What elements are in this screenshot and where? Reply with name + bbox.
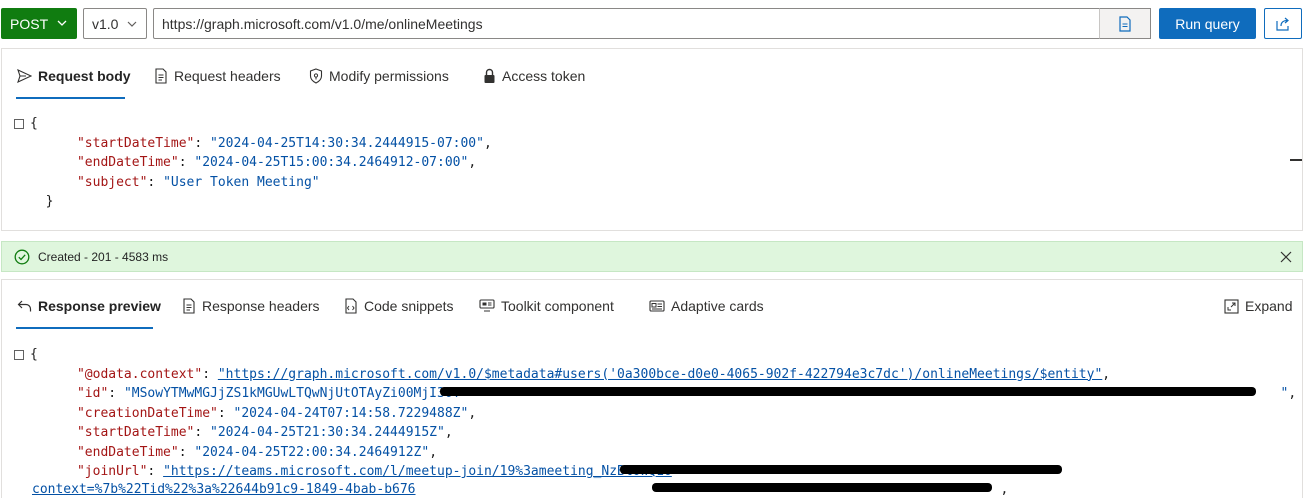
share-button[interactable] [1264, 8, 1302, 39]
run-query-button[interactable]: Run query [1159, 8, 1256, 39]
expand-button[interactable]: Expand [1224, 298, 1292, 314]
url-input[interactable]: https://graph.microsoft.com/v1.0/me/onli… [153, 8, 1151, 39]
tab-code-snippets[interactable]: Code snippets [343, 298, 454, 314]
tab-access-token[interactable]: Access token [483, 68, 585, 84]
tab-toolkit-component[interactable]: Toolkit component [479, 298, 614, 314]
redaction-bar [652, 483, 992, 492]
tab-request-body[interactable]: Request body [17, 68, 131, 84]
json-key: "endDateTime" [76, 155, 179, 170]
tab-label: Code snippets [364, 298, 454, 314]
tab-label: Modify permissions [329, 68, 449, 84]
json-key: "subject" [76, 174, 148, 190]
active-tab-indicator [16, 327, 153, 329]
brace-close: } [45, 194, 54, 209]
json-value: "MSowYTMwMGJjZS1kMGUwLTQwNjUtOTAyZi00MjI… [123, 386, 461, 401]
run-query-label: Run query [1175, 15, 1240, 32]
join-url-link-continued[interactable]: context=%7b%22Tid%22%3a%22644b91c9-1849-… [32, 482, 416, 497]
tab-label: Request body [38, 68, 131, 84]
json-key: "id" [76, 386, 109, 401]
chevron-down-icon [57, 20, 67, 26]
scrollbar-marker[interactable] [1290, 159, 1302, 161]
json-value-end: " [1280, 386, 1289, 401]
code-snippet-icon [345, 298, 357, 314]
json-key: "startDateTime" [76, 425, 195, 440]
request-body-editor[interactable]: { "startDateTime": "2024-04-25T14:30:34.… [30, 114, 492, 212]
active-tab-indicator [16, 97, 125, 99]
join-url-link[interactable]: "https://teams.microsoft.com/l/meetup-jo… [163, 464, 672, 479]
shield-icon [309, 68, 323, 84]
json-value: "2024-04-25T15:00:34.2464912-07:00" [194, 155, 469, 170]
json-value: "User Token Meeting" [163, 174, 320, 190]
json-value: "2024-04-25T22:00:34.2464912Z" [194, 444, 430, 460]
tab-adaptive-cards[interactable]: Adaptive cards [649, 298, 764, 314]
document-icon [1119, 15, 1131, 32]
request-panel: Request body Request headers Modify perm… [1, 48, 1303, 231]
version-dropdown[interactable]: v1.0 [83, 8, 147, 39]
chevron-down-icon [127, 21, 137, 27]
fold-toggle[interactable] [14, 119, 24, 129]
redaction-bar [440, 387, 1256, 396]
json-key: "@odata.context" [76, 366, 203, 382]
response-body-viewer[interactable]: { "@odata.context": "https://graph.micro… [30, 345, 1296, 482]
http-method-value: POST [10, 15, 49, 32]
json-key: "joinUrl" [76, 464, 148, 479]
tab-modify-permissions[interactable]: Modify permissions [309, 68, 449, 84]
share-icon [1276, 17, 1289, 31]
json-value: "2024-04-24T07:14:58.7229488Z" [233, 405, 469, 421]
send-icon [17, 69, 32, 83]
odata-context-link[interactable]: "https://graph.microsoft.com/v1.0/$metad… [218, 367, 1102, 382]
fold-toggle[interactable] [14, 350, 24, 360]
json-trail: , [468, 155, 477, 170]
document-icon [183, 298, 195, 314]
url-document-button[interactable] [1099, 8, 1151, 39]
tab-label: Access token [502, 68, 586, 84]
status-bar: Created - 201 - 4583 ms [1, 241, 1303, 272]
expand-icon [1224, 298, 1239, 314]
url-value: https://graph.microsoft.com/v1.0/me/onli… [162, 15, 483, 32]
card-icon [649, 300, 665, 312]
brace-open: { [30, 116, 38, 131]
lock-icon [484, 68, 495, 83]
http-method-dropdown[interactable]: POST [1, 8, 77, 39]
toolkit-icon [479, 299, 495, 312]
tab-label: Toolkit component [501, 298, 614, 314]
json-key: "creationDateTime" [76, 405, 218, 421]
tab-label: Request headers [174, 68, 281, 84]
close-icon[interactable] [1279, 250, 1293, 264]
tab-label: Response headers [202, 298, 320, 314]
json-key: "startDateTime" [76, 135, 195, 151]
brace-open: { [30, 347, 38, 362]
response-panel: Response preview Response headers Code s… [1, 279, 1303, 498]
redaction-bar [620, 465, 1062, 474]
version-value: v1.0 [92, 15, 119, 32]
json-key: "endDateTime" [76, 444, 179, 460]
tab-label: Adaptive cards [671, 298, 764, 314]
document-icon [155, 68, 167, 84]
status-message: Created - 201 - 4583 ms [38, 249, 169, 264]
tab-response-headers[interactable]: Response headers [182, 298, 320, 314]
json-trail: , [483, 135, 492, 151]
undo-arrow-icon [17, 300, 32, 312]
tab-request-headers[interactable]: Request headers [154, 68, 281, 84]
json-value: "2024-04-25T14:30:34.2444915-07:00" [210, 135, 484, 151]
expand-label: Expand [1245, 298, 1293, 314]
success-check-icon [14, 249, 30, 264]
tab-response-preview[interactable]: Response preview [17, 298, 161, 314]
json-value: "2024-04-25T21:30:34.2444915Z" [210, 425, 445, 440]
tab-label: Response preview [38, 298, 161, 314]
